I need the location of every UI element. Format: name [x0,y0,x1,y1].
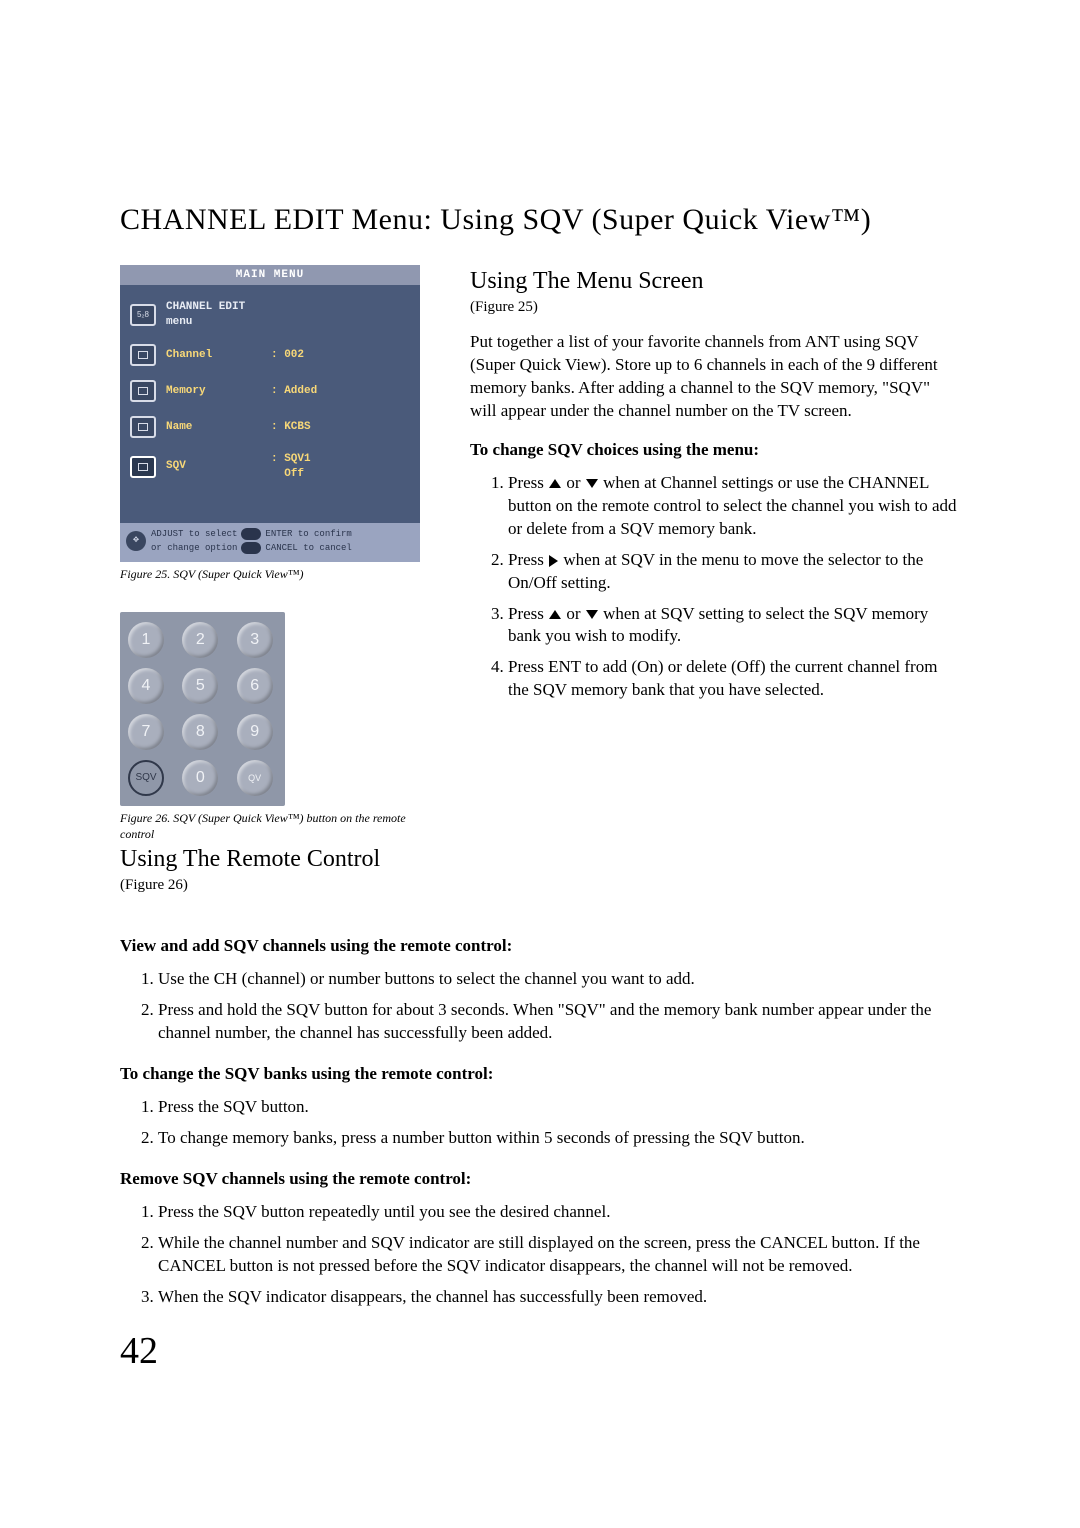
osd-header: MAIN MENU [120,265,420,286]
footer-change: or change option [151,542,237,554]
osd-body: 5₂8 CHANNEL EDIT menu Channel : 002 Memo… [120,285,420,522]
footer-enter: ENTER to confirm [265,528,351,540]
tv-icon [130,416,156,438]
numpad-key-1: 1 [128,622,164,658]
numpad-key-7: 7 [128,714,164,750]
antenna-icon: 5₂8 [130,304,156,326]
menu-section-figref: (Figure 25) [470,297,960,317]
osd-value: : Added [271,384,317,399]
step-text: or [562,473,585,492]
remote-section-figref: (Figure 26) [120,875,420,895]
list-item: Press the SQV button. [158,1096,960,1119]
numpad-key-3: 3 [237,622,273,658]
step-4: Press ENT to add (On) or delete (Off) th… [508,656,960,702]
osd-row-memory: Memory : Added [130,373,410,409]
enter-button-icon [241,528,261,540]
osd-value: : SQV1 Off [271,452,311,482]
osd-value: : 002 [271,348,304,363]
figure-25-caption: Figure 25. SQV (Super Quick View™) [120,566,420,582]
numpad-key-6: 6 [237,668,273,704]
step-text: when at SQV in the menu to move the sele… [508,550,923,592]
menu-change-steps: Press or when at Channel settings or use… [470,472,960,702]
remote-change-heading: To change the SQV banks using the remote… [120,1063,960,1086]
osd-label: SQV [166,459,271,474]
list-item: Press the SQV button repeatedly until yo… [158,1201,960,1224]
up-arrow-icon [549,479,561,488]
numpad-key-2: 2 [182,622,218,658]
osd-label: Name [166,420,271,435]
down-arrow-icon [586,610,598,619]
osd-section-row: 5₂8 CHANNEL EDIT menu [130,293,410,337]
list-item: To change memory banks, press a number b… [158,1127,960,1150]
numpad-key-5: 5 [182,668,218,704]
remote-numpad-figure: 1 2 3 4 5 6 7 8 9 SQV 0 QV [120,612,285,806]
step-text: Press [508,550,548,569]
osd-footer: ✥ ADJUST to select ENTER to confirm or ch… [120,523,420,562]
menu-section-heading: Using The Menu Screen [470,265,960,297]
osd-label: Memory [166,384,271,399]
footer-cancel: CANCEL to cancel [265,542,351,554]
numpad-key-qv: QV [237,760,273,796]
numpad-key-4: 4 [128,668,164,704]
list-item: Press and hold the SQV button for about … [158,999,960,1045]
osd-row-name: Name : KCBS [130,409,410,445]
menu-change-heading: To change SQV choices using the menu: [470,439,960,462]
numpad-key-8: 8 [182,714,218,750]
remote-remove-steps: Press the SQV button repeatedly until yo… [120,1201,960,1309]
up-arrow-icon [549,610,561,619]
down-arrow-icon [586,479,598,488]
tv-icon [130,380,156,402]
remote-view-steps: Use the CH (channel) or number buttons t… [120,968,960,1045]
osd-row-channel: Channel : 002 [130,337,410,373]
numpad-key-sqv: SQV [128,760,164,796]
list-item: While the channel number and SQV indicat… [158,1232,960,1278]
footer-adjust: ADJUST to select [151,528,237,540]
numpad-grid: 1 2 3 4 5 6 7 8 9 SQV 0 QV [128,622,277,796]
remote-view-heading: View and add SQV channels using the remo… [120,935,960,958]
osd-value: : KCBS [271,420,311,435]
two-column-layout: MAIN MENU 5₂8 CHANNEL EDIT menu Channel … [120,265,960,910]
left-column: MAIN MENU 5₂8 CHANNEL EDIT menu Channel … [120,265,420,910]
step-2: Press when at SQV in the menu to move th… [508,549,960,595]
step-text: Press [508,604,548,623]
right-column: Using The Menu Screen (Figure 25) Put to… [470,265,960,910]
osd-menu-figure: MAIN MENU 5₂8 CHANNEL EDIT menu Channel … [120,265,420,563]
remote-section-heading: Using The Remote Control [120,843,420,875]
dpad-icon: ✥ [126,531,146,551]
list-item: When the SQV indicator disappears, the c… [158,1286,960,1309]
figure-26-caption: Figure 26. SQV (Super Quick View™) butto… [120,810,420,842]
remote-remove-heading: Remove SQV channels using the remote con… [120,1168,960,1191]
step-3: Press or when at SQV setting to select t… [508,603,960,649]
osd-section-label: CHANNEL EDIT menu [166,300,271,330]
step-text: or [562,604,585,623]
remote-change-steps: Press the SQV button. To change memory b… [120,1096,960,1150]
tv-icon [130,344,156,366]
tv-icon [130,456,156,478]
right-arrow-icon [549,555,558,567]
step-text: Press [508,473,548,492]
cancel-button-icon [241,542,261,554]
page-number: 42 [120,1326,960,1377]
page-title: CHANNEL EDIT Menu: Using SQV (Super Quic… [120,200,960,241]
osd-label: Channel [166,348,271,363]
osd-row-sqv: SQV : SQV1 Off [130,445,410,489]
numpad-key-0: 0 [182,760,218,796]
list-item: Use the CH (channel) or number buttons t… [158,968,960,991]
step-1: Press or when at Channel settings or use… [508,472,960,541]
numpad-key-9: 9 [237,714,273,750]
menu-intro-paragraph: Put together a list of your favorite cha… [470,331,960,423]
